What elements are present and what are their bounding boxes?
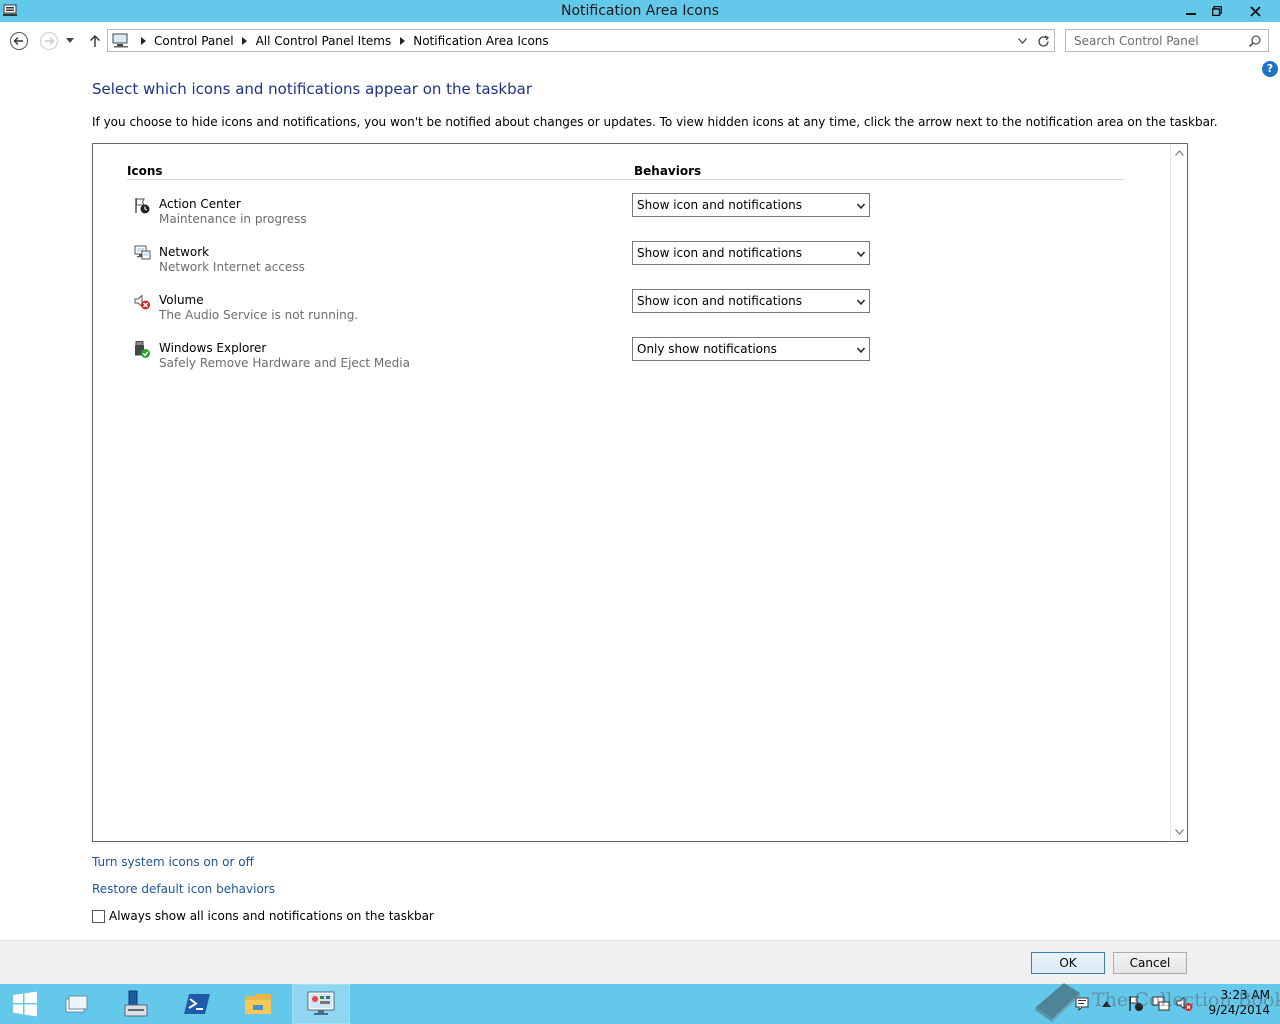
list-item-volume: Volume The Audio Service is not running.… <box>93 289 1163 333</box>
always-show-checkbox[interactable] <box>92 909 105 923</box>
forward-button[interactable] <box>38 30 60 52</box>
search-icon[interactable] <box>1248 34 1262 48</box>
ok-button[interactable]: OK <box>1031 952 1105 974</box>
page-title: Select which icons and notifications app… <box>92 80 532 98</box>
usb-safely-remove-icon <box>133 341 151 359</box>
always-show-option[interactable]: Always show all icons and notifications … <box>92 909 434 923</box>
behavior-dropdown[interactable]: Only show notifications <box>632 337 870 361</box>
breadcrumb: Control Panel All Control Panel Items No… <box>136 33 553 49</box>
list-item-action-center: Action Center Maintenance in progress Sh… <box>93 193 1163 237</box>
item-subtitle: Safely Remove Hardware and Eject Media <box>159 356 410 370</box>
powershell-button[interactable] <box>172 984 222 1024</box>
chevron-down-icon <box>856 344 866 354</box>
task-view-icon <box>65 995 88 1013</box>
up-arrow-icon <box>90 35 100 47</box>
chevron-right-icon[interactable] <box>238 33 252 49</box>
restore-default-behaviors-link[interactable]: Restore default icon behaviors <box>92 882 275 896</box>
file-explorer-button[interactable] <box>233 984 283 1024</box>
show-hidden-icons-arrow-icon[interactable] <box>1102 995 1114 1013</box>
scroll-up-arrow-icon[interactable] <box>1171 146 1187 160</box>
chevron-down-icon <box>66 38 74 43</box>
item-name: Windows Explorer <box>159 341 267 355</box>
title-bar: Notification Area Icons <box>0 0 1280 22</box>
recent-locations-button[interactable] <box>62 30 78 52</box>
column-header-behaviors: Behaviors <box>634 164 702 178</box>
forward-arrow-icon <box>40 32 58 50</box>
chevron-right-icon[interactable] <box>395 33 409 49</box>
header-divider <box>127 179 1125 180</box>
chevron-down-icon <box>856 296 866 306</box>
chevron-down-icon <box>856 200 866 210</box>
taskbar-clock[interactable]: 3:23 AM 9/24/2014 <box>1200 988 1270 1018</box>
chevron-down-icon <box>856 248 866 258</box>
server-manager-button[interactable] <box>110 984 160 1024</box>
taskbar: 3:23 AM 9/24/2014 <box>0 984 1280 1024</box>
clock-date: 9/24/2014 <box>1208 1003 1270 1017</box>
behavior-dropdown[interactable]: Show icon and notifications <box>632 289 870 313</box>
behavior-selected-value: Show icon and notifications <box>637 246 803 260</box>
action-center-tray-icon[interactable] <box>1074 995 1092 1013</box>
up-button[interactable] <box>84 30 106 52</box>
chevron-down-icon <box>1017 38 1027 44</box>
close-button[interactable] <box>1232 0 1278 22</box>
item-name: Action Center <box>159 197 241 211</box>
column-header-icons: Icons <box>127 164 163 178</box>
search-box[interactable] <box>1065 29 1269 52</box>
notification-area <box>1074 984 1194 1024</box>
vertical-scrollbar[interactable] <box>1170 144 1187 841</box>
minimize-button[interactable] <box>1178 0 1204 22</box>
start-button[interactable] <box>0 984 50 1024</box>
task-view-button[interactable] <box>51 984 101 1024</box>
behavior-selected-value: Show icon and notifications <box>637 294 803 308</box>
list-item-network: Network Network Internet access Show ico… <box>93 241 1163 285</box>
volume-muted-tray-icon[interactable] <box>1176 995 1194 1013</box>
file-explorer-icon <box>245 994 271 1014</box>
dialog-footer: OK Cancel <box>0 940 1280 984</box>
cancel-button[interactable]: Cancel <box>1113 952 1187 974</box>
computer-icon <box>112 33 130 48</box>
volume-muted-icon <box>133 293 151 311</box>
action-center-flag-icon <box>133 197 151 215</box>
control-panel-icon <box>307 991 335 1015</box>
back-button[interactable] <box>8 30 30 52</box>
back-arrow-icon <box>10 32 28 50</box>
control-panel-taskbar-button[interactable] <box>292 984 350 1024</box>
item-subtitle: Network Internet access <box>159 260 305 274</box>
refresh-icon <box>1037 34 1049 47</box>
server-manager-icon <box>124 990 148 1017</box>
navigation-bar: Control Panel All Control Panel Items No… <box>0 22 1280 60</box>
behavior-selected-value: Show icon and notifications <box>637 198 803 212</box>
item-name: Volume <box>159 293 204 307</box>
turn-system-icons-link[interactable]: Turn system icons on or off <box>92 855 254 869</box>
item-subtitle: The Audio Service is not running. <box>159 308 359 322</box>
window-title: Notification Area Icons <box>560 3 719 19</box>
item-subtitle: Maintenance in progress <box>159 212 307 226</box>
behavior-dropdown[interactable]: Show icon and notifications <box>632 241 870 265</box>
behavior-selected-value: Only show notifications <box>637 342 777 356</box>
network-icon <box>133 245 151 263</box>
address-bar[interactable]: Control Panel All Control Panel Items No… <box>107 29 1055 52</box>
powershell-icon <box>184 994 210 1014</box>
address-history-dropdown[interactable] <box>1015 33 1029 49</box>
action-center-flag-tray-icon[interactable] <box>1128 995 1144 1013</box>
breadcrumb-notification-area-icons[interactable]: Notification Area Icons <box>409 34 552 48</box>
item-name: Network <box>159 245 210 259</box>
always-show-label[interactable]: Always show all icons and notifications … <box>109 909 434 923</box>
clock-time: 3:23 AM <box>1220 988 1270 1002</box>
breadcrumb-control-panel[interactable]: Control Panel <box>150 34 238 48</box>
network-tray-icon[interactable] <box>1152 995 1170 1013</box>
notification-icons-list[interactable]: Icons Behaviors Action Center Maintenanc… <box>92 143 1188 842</box>
search-input[interactable] <box>1066 30 1246 51</box>
page-description: If you choose to hide icons and notifica… <box>92 115 1218 129</box>
start-icon <box>13 991 37 1017</box>
refresh-button[interactable] <box>1034 32 1052 50</box>
restore-button[interactable] <box>1204 0 1230 22</box>
breadcrumb-all-items[interactable]: All Control Panel Items <box>252 34 396 48</box>
list-item-windows-explorer: Windows Explorer Safely Remove Hardware … <box>93 337 1163 381</box>
behavior-dropdown[interactable]: Show icon and notifications <box>632 193 870 217</box>
scroll-down-arrow-icon[interactable] <box>1171 825 1187 839</box>
help-icon[interactable]: ? <box>1262 61 1278 77</box>
chevron-right-icon[interactable] <box>136 33 150 49</box>
